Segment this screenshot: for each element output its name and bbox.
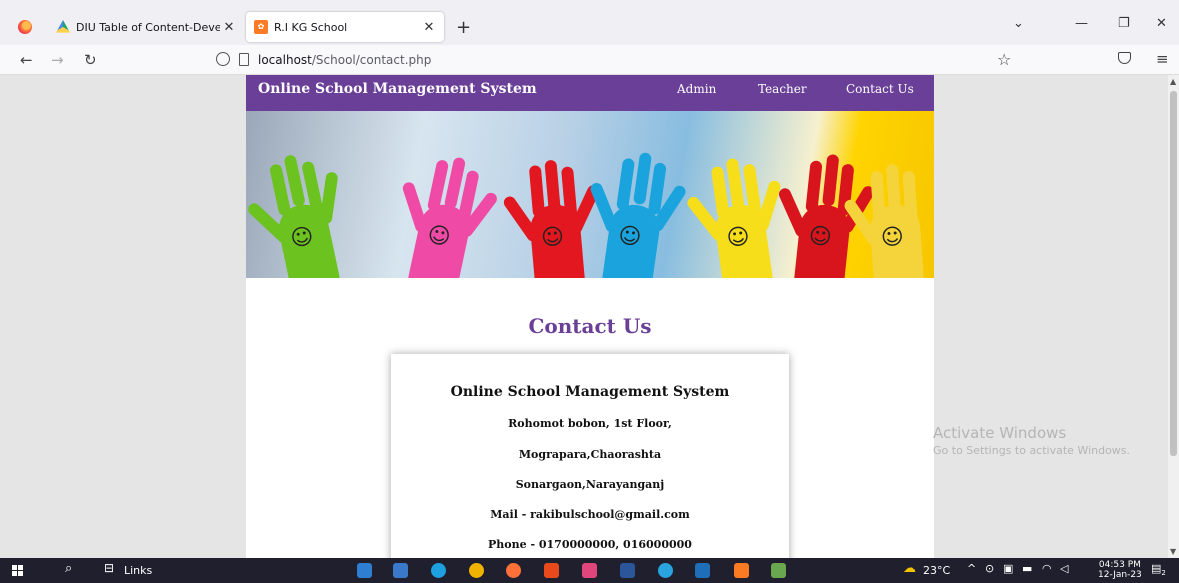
task-view-icon[interactable]: ⊟: [104, 561, 114, 575]
firefox-icon[interactable]: [18, 20, 32, 34]
tab-label: DIU Table of Content-Developm: [76, 20, 220, 34]
clock[interactable]: 04:53 PM 12-Jan-23: [1098, 560, 1142, 580]
site-brand[interactable]: Online School Management System: [258, 81, 537, 97]
hero-banner-painted-hands: ☺ ☺ ☺ ☺ ☺ ☺ ☺: [246, 111, 934, 278]
battery-icon[interactable]: ▬: [1022, 562, 1032, 575]
links-toolbar[interactable]: Links: [124, 564, 152, 577]
nav-contact-us[interactable]: Contact Us: [846, 82, 914, 96]
powerpoint-icon[interactable]: [582, 563, 597, 578]
clock-time: 04:53 PM: [1098, 560, 1141, 570]
meet-now-icon[interactable]: ⊙: [985, 562, 994, 575]
painted-hand-yellow: ☺: [685, 155, 787, 278]
contact-phone: Phone - 0170000000, 016000000: [488, 538, 692, 551]
contact-org-name: Online School Management System: [450, 384, 730, 400]
chrome-icon[interactable]: [469, 563, 484, 578]
back-button[interactable]: ←: [20, 51, 33, 69]
weather-icon[interactable]: ☁: [903, 561, 916, 576]
page-icon[interactable]: [239, 53, 249, 66]
contact-address-line: Rohomot bobon, 1st Floor,: [508, 417, 672, 430]
file-explorer-icon[interactable]: [357, 563, 372, 578]
reload-button[interactable]: ↻: [84, 51, 97, 69]
clock-date: 12-Jan-23: [1098, 570, 1142, 580]
contact-email: Mail - rakibulschool@gmail.com: [490, 508, 690, 521]
tab-school[interactable]: ✿ R.I KG School ✕: [246, 12, 444, 42]
nav-admin[interactable]: Admin: [677, 82, 716, 96]
wifi-icon[interactable]: ◠: [1042, 562, 1052, 575]
painted-hand-blue: ☺: [587, 152, 688, 278]
chevron-up-icon[interactable]: ^: [967, 562, 976, 575]
contact-address-line: Sonargaon,Narayanganj: [515, 478, 665, 491]
close-window-button[interactable]: ✕: [1156, 16, 1167, 31]
scrollbar-thumb[interactable]: [1170, 91, 1177, 456]
clipboard-icon[interactable]: ▣: [1003, 562, 1013, 575]
windows-taskbar: ⌕ ⊟ Links ☁ 23°C ^ ⊙ ▣ ▬ ◠ ◁ 04:53 PM 12…: [0, 558, 1179, 583]
tab-diu-content[interactable]: DIU Table of Content-Developm ✕: [48, 12, 244, 42]
temperature-text[interactable]: 23°C: [923, 564, 950, 577]
site-header: Online School Management System Admin Te…: [246, 75, 934, 111]
pocket-icon[interactable]: [1118, 52, 1131, 64]
restore-button[interactable]: ❐: [1118, 16, 1130, 31]
windows-start-icon[interactable]: [12, 565, 23, 576]
close-icon[interactable]: ✕: [220, 20, 238, 35]
activate-windows-watermark: Activate Windows Go to Settings to activ…: [933, 424, 1130, 457]
watermark-title: Activate Windows: [933, 424, 1067, 442]
minimize-button[interactable]: —: [1075, 16, 1088, 31]
scroll-up-arrow-icon[interactable]: ▲: [1170, 77, 1176, 86]
vertical-scrollbar[interactable]: ▲ ▼: [1168, 75, 1179, 558]
notification-icon[interactable]: ▤2: [1151, 562, 1166, 577]
contact-address-line: Mograpara,Chaorashta: [518, 448, 662, 461]
scroll-down-arrow-icon[interactable]: ▼: [1170, 547, 1176, 556]
forward-button[interactable]: →: [51, 51, 64, 69]
tab-list-chevron-icon[interactable]: ⌄: [1013, 16, 1024, 31]
volume-icon[interactable]: ◁: [1060, 562, 1068, 575]
new-tab-button[interactable]: +: [456, 17, 471, 38]
office-icon[interactable]: [544, 563, 559, 578]
photos-icon[interactable]: [695, 563, 710, 578]
close-icon[interactable]: ✕: [420, 20, 438, 35]
painted-hand-pink: ☺: [393, 153, 500, 278]
xampp-taskbar-icon[interactable]: [734, 563, 749, 578]
tab-label: R.I KG School: [274, 20, 348, 34]
painted-hand-red: ☺: [501, 157, 602, 278]
telegram-icon[interactable]: [658, 563, 673, 578]
watermark-subtitle: Go to Settings to activate Windows.: [933, 444, 1131, 457]
painted-hand-yellow-2: ☺: [842, 157, 934, 278]
nav-teacher[interactable]: Teacher: [758, 82, 807, 96]
store-icon[interactable]: [393, 563, 408, 578]
menu-icon[interactable]: ≡: [1156, 50, 1169, 68]
google-drive-icon: [56, 20, 70, 33]
notification-count: 2: [1161, 569, 1166, 578]
contact-heading: Contact Us: [528, 314, 652, 338]
url-host: localhost: [258, 53, 312, 67]
url-path: /School/contact.php: [311, 53, 432, 67]
navigation-bar: ← → ↻ localhost/School/contact.php ☆ ≡: [0, 45, 1179, 75]
word-icon[interactable]: [620, 563, 635, 578]
search-icon[interactable]: ⌕: [65, 561, 72, 576]
edge-icon[interactable]: [431, 563, 446, 578]
tracking-shield-icon[interactable]: [216, 52, 230, 66]
bookmark-star-icon[interactable]: ☆: [997, 50, 1011, 69]
notepad-icon[interactable]: [771, 563, 786, 578]
contact-card: Online School Management System Rohomot …: [391, 354, 789, 558]
painted-hand-green: ☺: [246, 153, 354, 278]
url-bar[interactable]: localhost/School/contact.php: [258, 53, 431, 67]
tab-strip: DIU Table of Content-Developm ✕ ✿ R.I KG…: [0, 0, 1179, 45]
xampp-icon: ✿: [254, 20, 268, 34]
firefox-icon[interactable]: [506, 563, 521, 578]
page-viewport: Online School Management System Admin Te…: [0, 75, 1168, 558]
school-site: Online School Management System Admin Te…: [246, 75, 934, 558]
